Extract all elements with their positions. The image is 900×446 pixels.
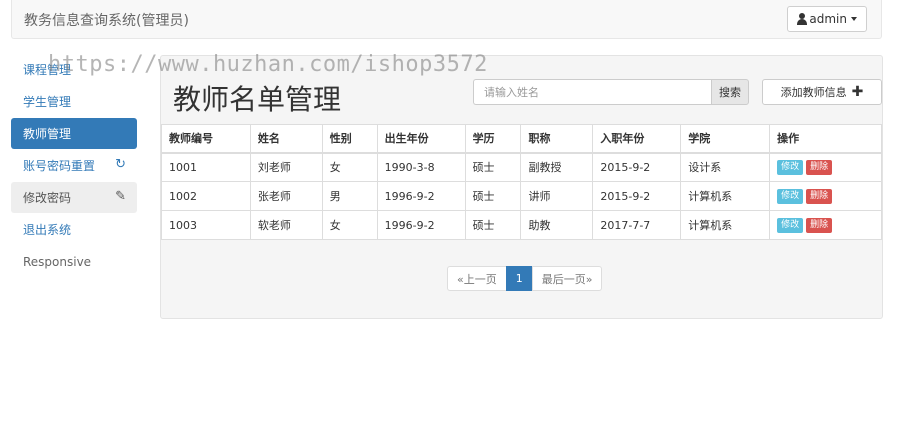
cell-college: 设计系 [680,152,771,182]
user-icon [797,13,808,25]
sidebar-item-label: 学生管理 [23,95,72,109]
cell-actions: 修改 删除 [769,181,882,211]
sidebar-item-courses[interactable]: 课程管理 [11,54,137,85]
column-header: 出生年份 [376,124,466,154]
sidebar-item-label: 账号密码重置 [23,159,96,173]
page-title: 教师名单管理 [173,83,342,116]
user-name: admin [809,12,847,26]
edit-button[interactable]: 修改 [777,160,804,176]
search-input[interactable] [473,79,711,105]
cell-education: 硕士 [464,152,522,182]
sidebar-item-reset-password[interactable]: 账号密码重置 ↻ [11,150,137,181]
sidebar-item-logout[interactable]: 退出系统 [11,214,137,245]
add-teacher-label: 添加教师信息 [780,86,847,99]
cell-name: 张老师 [249,181,323,211]
sidebar-item-label: 退出系统 [23,223,72,237]
main-panel: 教师名单管理 搜索 添加教师信息 ✚ 教师编号 姓名 性别 出生年份 学历 职称… [160,55,883,319]
last-page-button[interactable]: 最后一页» [531,266,603,291]
cell-gender: 女 [321,210,378,240]
sidebar-item-label: 课程管理 [23,63,72,77]
cell-id: 1003 [161,210,251,240]
cell-title: 讲师 [520,181,594,211]
sidebar-item-responsive: Responsive [11,246,137,277]
sidebar-item-label: 教师管理 [23,127,72,141]
cell-join-year: 2017-7-7 [592,210,682,240]
search-group: 搜索 [473,79,749,105]
column-header: 姓名 [249,124,323,154]
cell-college: 计算机系 [680,181,771,211]
column-header: 学院 [680,124,771,154]
refresh-icon: ↻ [115,157,126,172]
add-teacher-button[interactable]: 添加教师信息 ✚ [762,79,882,105]
cell-id: 1002 [161,181,251,211]
cell-gender: 女 [321,152,378,182]
delete-button[interactable]: 删除 [806,160,833,176]
column-header: 学历 [464,124,522,154]
edit-button[interactable]: 修改 [777,189,804,204]
sidebar-item-label: 修改密码 [23,191,72,205]
table-row: 1003 软老师 女 1996-9-2 硕士 助教 2017-7-7 计算机系 … [161,210,882,240]
chevron-down-icon [851,17,857,21]
cell-education: 硕士 [464,210,522,240]
cell-join-year: 2015-9-2 [592,181,682,211]
top-navbar: 教务信息查询系统(管理员) admin [11,0,882,39]
teacher-table: 教师编号 姓名 性别 出生年份 学历 职称 入职年份 学院 操作 1001 刘老… [161,124,882,240]
delete-button[interactable]: 删除 [806,218,833,233]
search-button[interactable]: 搜索 [711,79,749,105]
app-title: 教务信息查询系统(管理员) [24,13,189,29]
cell-birth: 1996-9-2 [376,181,466,211]
sidebar-item-teachers[interactable]: 教师管理 [11,118,137,149]
cell-birth: 1990-3-8 [376,152,466,182]
column-header: 性别 [321,124,378,154]
cell-name: 软老师 [249,210,323,240]
plus-icon: ✚ [851,84,864,100]
page-1-button[interactable]: 1 [505,266,533,291]
pagination: «上一页 1 最后一页» [447,266,603,291]
prev-page-button[interactable]: «上一页 [447,266,507,291]
cell-actions: 修改 删除 [769,152,882,182]
cell-title: 副教授 [520,152,594,182]
delete-button[interactable]: 删除 [806,189,833,204]
column-header: 入职年份 [592,124,682,154]
sidebar-item-students[interactable]: 学生管理 [11,86,137,117]
column-header: 职称 [520,124,594,154]
cell-gender: 男 [321,181,378,211]
table-row: 1002 张老师 男 1996-9-2 硕士 讲师 2015-9-2 计算机系 … [161,181,882,211]
cell-actions: 修改 删除 [769,210,882,240]
column-header: 教师编号 [161,124,251,154]
table-row: 1001 刘老师 女 1990-3-8 硕士 副教授 2015-9-2 设计系 … [161,152,882,182]
cell-join-year: 2015-9-2 [592,152,682,182]
sidebar-item-change-password[interactable]: 修改密码 ✎ [11,182,137,213]
column-header: 操作 [769,124,882,154]
cell-birth: 1996-9-2 [376,210,466,240]
cell-education: 硕士 [464,181,522,211]
pencil-icon: ✎ [115,189,126,204]
sidebar-item-label: Responsive [23,254,92,269]
table-header-row: 教师编号 姓名 性别 出生年份 学历 职称 入职年份 学院 操作 [161,124,882,154]
sidebar: 课程管理 学生管理 教师管理 账号密码重置 ↻ 修改密码 ✎ 退出系统 Resp… [11,54,137,278]
cell-id: 1001 [161,152,251,182]
edit-button[interactable]: 修改 [777,218,804,233]
cell-title: 助教 [520,210,594,240]
cell-college: 计算机系 [680,210,771,240]
user-menu-button[interactable]: admin [787,6,867,32]
cell-name: 刘老师 [249,152,323,182]
